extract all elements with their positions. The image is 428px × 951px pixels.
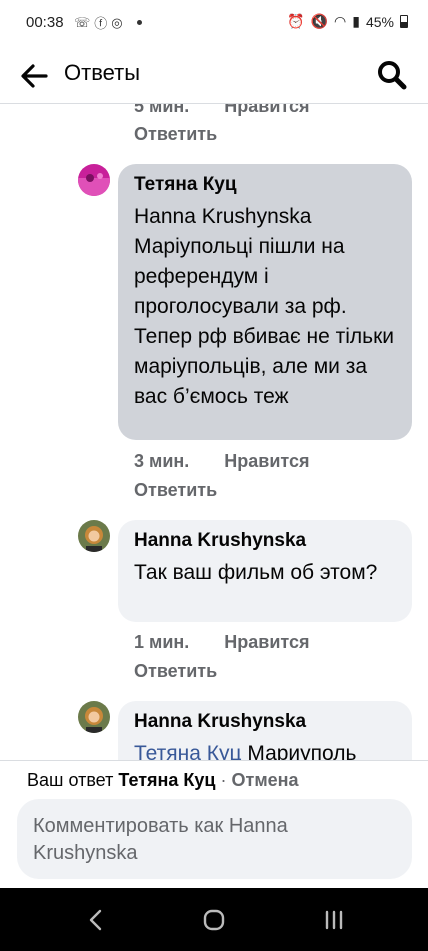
back-button[interactable] <box>16 58 52 94</box>
comment-time: 3 мин. <box>134 451 190 471</box>
reply-prefix: Ваш ответ <box>27 770 114 790</box>
nav-back-icon <box>89 909 102 931</box>
comment-meta: 5 мин. Нравится <box>134 104 310 117</box>
reply-separator: · <box>215 770 232 790</box>
avatar-image <box>78 520 110 552</box>
wifi-icon: ◠ <box>334 13 347 29</box>
nav-recents-icon <box>325 910 343 930</box>
cancel-reply-button[interactable]: Отмена <box>232 770 299 790</box>
nav-home-button[interactable] <box>194 902 234 938</box>
comment-author[interactable]: Hanna Krushynska <box>134 711 396 733</box>
system-icons: ⏰ 🔇 ◠ ▮ 45% <box>287 13 408 30</box>
system-nav-bar <box>0 888 428 951</box>
status-bar: 00:38 ☏ ⓕ ◎ ⏰ 🔇 ◠ ▮ 45% <box>0 0 428 48</box>
nav-recents-button[interactable] <box>314 902 354 938</box>
mention-link[interactable]: Тетяна Куц <box>134 742 242 760</box>
like-button[interactable]: Нравится <box>224 451 309 471</box>
reply-button[interactable]: Ответить <box>134 124 217 145</box>
comment-author[interactable]: Тетяна Куц <box>134 174 396 196</box>
battery-level: 45% <box>365 13 394 30</box>
comment-time: 5 мин. <box>134 104 190 116</box>
comment-time: 1 мин. <box>134 632 190 652</box>
comment-input[interactable]: Комментировать как Hanna Krushynska <box>17 799 412 879</box>
comment-bubble[interactable]: Hanna Krushynska Так ваш фильм об этом? <box>118 520 412 622</box>
comment-meta: 1 мин. Нравится <box>134 632 310 653</box>
notification-icons: ☏ ⓕ ◎ <box>74 13 142 32</box>
like-button[interactable]: Нравится <box>224 104 309 116</box>
app-header: Ответы <box>0 48 428 104</box>
avatar[interactable] <box>78 164 110 196</box>
signal-icon: ▮ <box>352 13 360 29</box>
comment-meta: 3 мин. Нравится <box>134 451 310 472</box>
instagram-icon: ◎ <box>111 14 123 30</box>
comment-bubble[interactable]: Тетяна Куц Hanna Krushynska Маріупольці … <box>118 164 412 440</box>
reply-target-name: Тетяна Куц <box>118 770 216 790</box>
facebook-icon: ⓕ <box>94 16 108 31</box>
reply-button[interactable]: Ответить <box>134 480 217 501</box>
comment-text-body: Мариуполь <box>241 742 357 760</box>
reply-button[interactable]: Ответить <box>134 661 217 682</box>
mute-icon: 🔇 <box>310 13 329 29</box>
arrow-left-icon <box>21 64 48 88</box>
more-notifications-icon <box>136 20 142 25</box>
like-button[interactable]: Нравится <box>224 632 309 652</box>
avatar-image <box>78 701 110 733</box>
search-icon <box>378 61 407 90</box>
reply-context: Ваш ответ Тетяна Куц · Отмена <box>27 770 299 791</box>
avatar[interactable] <box>78 701 110 733</box>
replies-list[interactable]: 5 мин. Нравится Ответить Тетяна Куц Hann… <box>0 104 428 760</box>
avatar[interactable] <box>78 520 110 552</box>
status-time: 00:38 <box>26 14 64 31</box>
comment-author[interactable]: Hanna Krushynska <box>134 530 396 552</box>
nav-home-icon <box>203 909 225 931</box>
comment-text: Тетяна Куц Мариуполь <box>134 739 396 760</box>
page-title: Ответы <box>64 60 141 85</box>
comment-bubble[interactable]: Hanna Krushynska Тетяна Куц Мариуполь <box>118 701 412 760</box>
avatar-image <box>78 164 110 196</box>
comment-text: Hanna Krushynska Маріупольці пішли на ре… <box>134 205 395 408</box>
alarm-icon: ⏰ <box>287 13 305 29</box>
nav-back-button[interactable] <box>76 902 116 938</box>
comment-text: Так ваш фильм об этом? <box>134 561 378 584</box>
reply-composer: Ваш ответ Тетяна Куц · Отмена Комментиро… <box>0 760 428 888</box>
search-button[interactable] <box>374 57 410 93</box>
battery-icon <box>400 15 408 28</box>
missed-call-icon: ☏ <box>74 14 91 30</box>
